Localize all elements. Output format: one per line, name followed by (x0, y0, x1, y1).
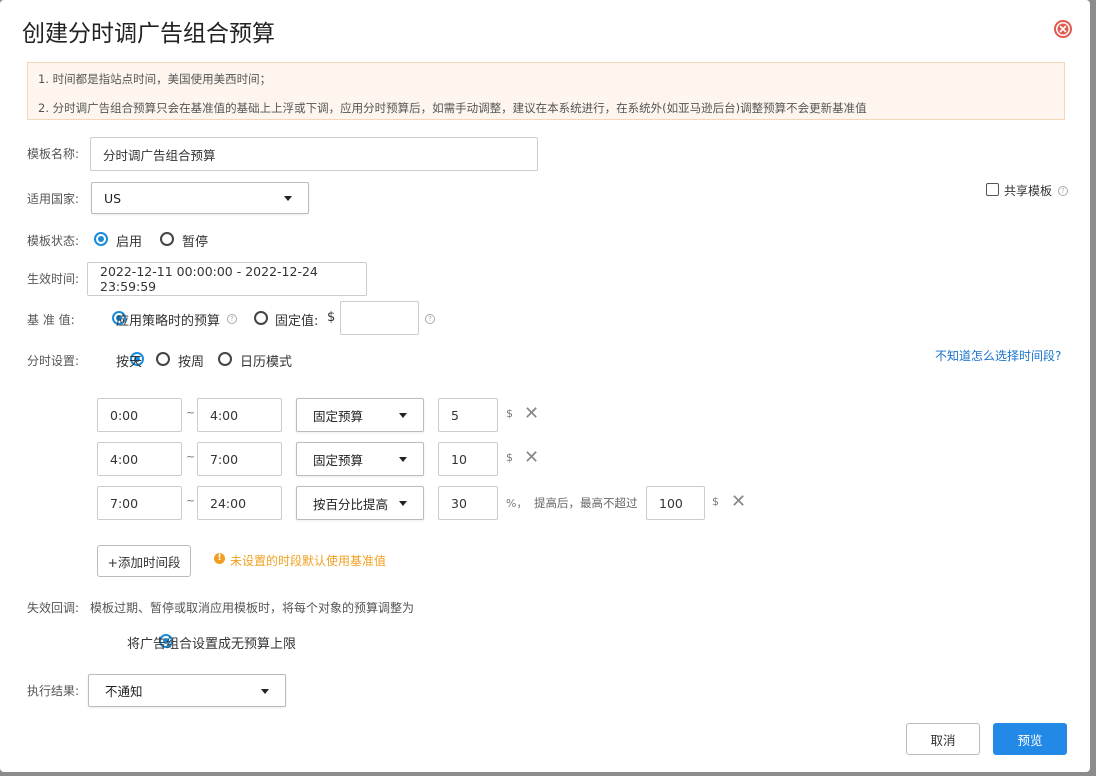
row3-cap-input[interactable]: 100 (646, 486, 705, 520)
baseline-currency: $ (327, 310, 336, 325)
timeshare-label: 分时设置: (27, 354, 80, 368)
timeshare-day-label: 按天 (116, 355, 143, 370)
country-value: US (104, 190, 122, 206)
notice-line-1: 1. 时间都是指站点时间，美国使用美西时间； (38, 72, 272, 86)
help-icon[interactable]: ? (425, 314, 435, 324)
chevron-down-icon (284, 196, 292, 201)
effective-time-value: 2022-12-11 00:00:00 - 2022-12-24 23:59:5… (100, 264, 318, 294)
chevron-down-icon (261, 688, 269, 694)
cancel-button[interactable]: 取消 (906, 723, 980, 755)
row3-end-input[interactable]: 24:00 (197, 486, 282, 520)
row3-cap-value: 100 (659, 495, 683, 511)
row2-end-value: 7:00 (210, 451, 239, 467)
row2-value: 10 (451, 451, 467, 467)
status-paused-label: 暂停 (182, 235, 209, 250)
template-name-label: 模板名称: (27, 147, 80, 161)
row3-end-value: 24:00 (210, 495, 247, 511)
baseline-fixed-label: 固定值: (275, 314, 319, 329)
row1-mode-select[interactable]: 固定预算 (296, 398, 424, 432)
timeshare-calendar-label: 日历模式 (240, 355, 293, 370)
row2-start-input[interactable]: 4:00 (97, 442, 182, 476)
dialog: 创建分时调广告组合预算 1. 时间都是指站点时间，美国使用美西时间； 2. 分时… (0, 0, 1090, 772)
row3-start-value: 7:00 (110, 495, 139, 511)
baseline-label: 基 准 值: (27, 313, 75, 327)
close-icon[interactable] (1054, 20, 1072, 38)
close-icon[interactable]: ✕ (524, 405, 539, 423)
row1-end-input[interactable]: 4:00 (197, 398, 282, 432)
row3-mode-select[interactable]: 按百分比提高 (296, 486, 424, 520)
close-icon[interactable]: ✕ (731, 493, 746, 511)
row1-start-input[interactable]: 0:00 (97, 398, 182, 432)
row2-value-input[interactable]: 10 (438, 442, 498, 476)
row1-start-value: 0:00 (110, 407, 139, 423)
row1-end-value: 4:00 (210, 407, 239, 423)
country-select[interactable]: US (91, 182, 309, 214)
range-separator: ~ (186, 406, 196, 419)
fallback-option-label: 将广告组合设置成无预算上限 (127, 637, 297, 652)
help-icon[interactable]: ? (1058, 186, 1068, 196)
row3-cap-label: 提高后，最高不超过 (534, 496, 638, 510)
row3-value-input[interactable]: 30 (438, 486, 498, 520)
status-radio-paused[interactable] (160, 232, 174, 246)
status-radio-enabled[interactable] (94, 232, 108, 246)
add-time-segment-button[interactable]: +添加时间段 (97, 545, 191, 577)
default-note: 未设置的时段默认使用基准值 (230, 554, 387, 568)
row1-unit: $ (506, 407, 513, 420)
timeshare-radio-week[interactable] (156, 352, 170, 366)
row2-mode-select[interactable]: 固定预算 (296, 442, 424, 476)
range-separator: ~ (186, 450, 196, 463)
chevron-down-icon (399, 457, 407, 462)
row2-mode-value: 固定预算 (313, 452, 364, 468)
row3-start-input[interactable]: 7:00 (97, 486, 182, 520)
status-label: 模板状态: (27, 234, 80, 248)
row3-unit: %， (506, 497, 528, 510)
help-icon[interactable]: ? (227, 314, 237, 324)
share-template-checkbox[interactable] (986, 183, 999, 196)
notice-box: 1. 时间都是指站点时间，美国使用美西时间； 2. 分时调广告组合预算只会在基准… (27, 62, 1065, 120)
row1-mode-value: 固定预算 (313, 408, 364, 424)
template-name-value: 分时调广告组合预算 (103, 147, 216, 163)
dialog-title: 创建分时调广告组合预算 (22, 21, 275, 47)
result-label: 执行结果: (27, 684, 80, 698)
notice-line-2: 2. 分时调广告组合预算只会在基准值的基础上上浮或下调，应用分时预算后，如需手动… (38, 101, 867, 115)
template-name-input[interactable]: 分时调广告组合预算 (90, 137, 538, 171)
row3-value: 30 (451, 495, 467, 511)
chevron-down-icon (399, 413, 407, 418)
timeshare-week-label: 按周 (178, 355, 205, 370)
range-separator: ~ (186, 494, 196, 507)
row2-end-input[interactable]: 7:00 (197, 442, 282, 476)
result-value: 不通知 (105, 684, 143, 699)
row3-cap-unit: $ (712, 495, 719, 508)
result-select[interactable]: 不通知 (88, 674, 286, 707)
chevron-down-icon (399, 501, 407, 506)
row1-value-input[interactable]: 5 (438, 398, 498, 432)
effective-time-label: 生效时间: (27, 272, 80, 286)
fallback-label: 失效回调: (27, 601, 80, 615)
row2-unit: $ (506, 451, 513, 464)
share-template-label: 共享模板 (1004, 184, 1053, 198)
fallback-desc: 模板过期、暂停或取消应用模板时，将每个对象的预算调整为 (90, 601, 415, 615)
close-icon[interactable]: ✕ (524, 449, 539, 467)
country-label: 适用国家: (27, 192, 80, 206)
row3-mode-value: 按百分比提高 (313, 496, 389, 512)
row1-value: 5 (451, 407, 459, 423)
timeshare-radio-calendar[interactable] (218, 352, 232, 366)
baseline-strategy-label: 应用策略时的预算 (116, 314, 221, 329)
baseline-fixed-input[interactable] (340, 301, 419, 335)
warning-icon: ! (214, 553, 225, 564)
effective-time-input[interactable]: 2022-12-11 00:00:00 - 2022-12-24 23:59:5… (87, 262, 367, 296)
time-period-help-link[interactable]: 不知道怎么选择时间段? (935, 347, 1061, 364)
status-enabled-label: 启用 (116, 235, 143, 250)
preview-button[interactable]: 预览 (993, 723, 1067, 755)
baseline-radio-fixed[interactable] (254, 311, 268, 325)
row2-start-value: 4:00 (110, 451, 139, 467)
